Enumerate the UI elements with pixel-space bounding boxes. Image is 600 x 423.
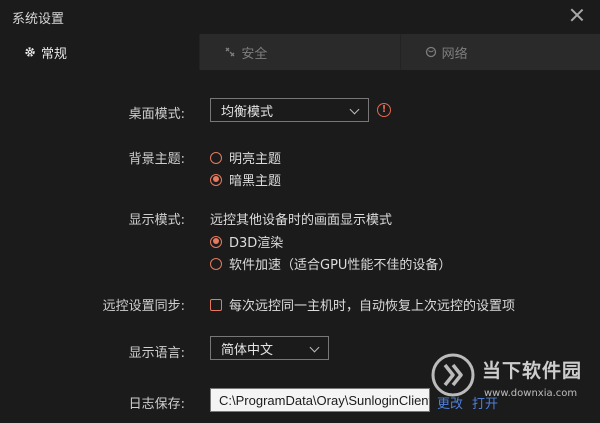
watermark: 当下软件园 www.downxia.com xyxy=(424,350,600,423)
title-bar: 系统设置 xyxy=(0,0,600,32)
tab-bar: 常规 安全 网络 xyxy=(0,34,600,70)
display-d3d-radio[interactable]: D3D渲染 xyxy=(210,232,283,251)
radio-button-selected[interactable] xyxy=(210,235,222,248)
checkbox[interactable] xyxy=(210,298,222,311)
language-select[interactable]: 简体中文 xyxy=(210,336,329,360)
display-software-radio[interactable]: 软件加速（适合GPU性能不佳的设备） xyxy=(210,254,451,273)
close-icon[interactable] xyxy=(570,8,584,22)
tab-security[interactable]: 安全 xyxy=(200,34,401,70)
watermark-logo-icon xyxy=(431,353,475,397)
language-label: 显示语言: xyxy=(128,346,185,361)
log-save-label: 日志保存: xyxy=(128,397,185,412)
theme-dark-label: 暗黑主题 xyxy=(229,174,282,189)
display-mode-description: 远控其他设备时的画面显示模式 xyxy=(210,213,393,228)
shield-icon xyxy=(224,46,236,58)
display-mode-label: 显示模式: xyxy=(128,213,185,228)
tab-network[interactable]: 网络 xyxy=(401,34,600,70)
display-d3d-label: D3D渲染 xyxy=(229,236,284,251)
language-value: 简体中文 xyxy=(221,342,274,358)
watermark-name: 当下软件园 xyxy=(482,360,583,382)
display-software-label: 软件加速（适合GPU性能不佳的设备） xyxy=(229,258,452,273)
chevron-down-icon xyxy=(349,104,360,115)
watermark-url: www.downxia.com xyxy=(484,388,578,399)
radio-button-selected[interactable] xyxy=(210,173,222,186)
tab-general-label: 常规 xyxy=(41,46,68,62)
desktop-mode-select[interactable]: 均衡模式 xyxy=(210,98,369,122)
tab-general[interactable]: 常规 xyxy=(0,34,201,70)
tab-network-label: 网络 xyxy=(441,46,468,62)
desktop-mode-value: 均衡模式 xyxy=(221,104,274,120)
theme-dark-radio[interactable]: 暗黑主题 xyxy=(210,170,281,189)
background-theme-label: 背景主题: xyxy=(128,152,185,167)
remote-sync-label: 远控设置同步: xyxy=(102,299,185,314)
log-path-input[interactable]: C:\ProgramData\Oray\SunloginClient xyxy=(210,388,430,412)
gear-icon xyxy=(24,46,36,58)
radio-button[interactable] xyxy=(210,151,222,164)
desktop-mode-label: 桌面模式: xyxy=(128,107,185,122)
tab-security-label: 安全 xyxy=(241,46,268,62)
theme-light-radio[interactable]: 明亮主题 xyxy=(210,148,281,167)
theme-light-label: 明亮主题 xyxy=(229,152,282,167)
alert-icon[interactable]: ! xyxy=(377,103,391,117)
chevron-down-icon xyxy=(309,342,320,353)
radio-button[interactable] xyxy=(210,257,222,270)
remote-sync-checkbox-label: 每次远控同一主机时，自动恢复上次远控的设置项 xyxy=(229,299,516,314)
remote-sync-checkbox[interactable]: 每次远控同一主机时，自动恢复上次远控的设置项 xyxy=(210,295,515,314)
window-title: 系统设置 xyxy=(12,12,65,27)
globe-icon xyxy=(425,46,437,58)
